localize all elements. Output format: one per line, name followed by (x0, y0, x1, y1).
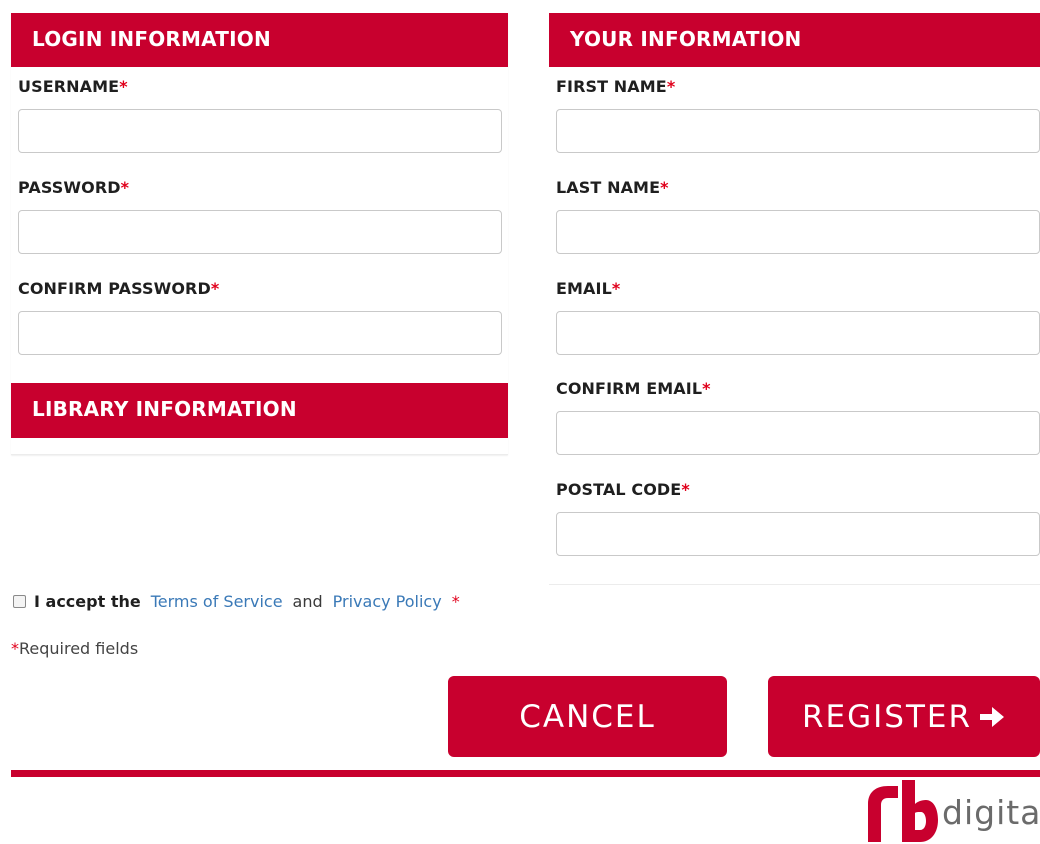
confirm-email-input[interactable] (556, 411, 1040, 455)
arrow-right-icon (980, 706, 1005, 727)
accept-terms-checkbox[interactable] (13, 594, 26, 608)
login-information-header: LOGIN INFORMATION (11, 13, 508, 67)
username-label: USERNAME* (18, 77, 128, 96)
required-mark: * (119, 77, 128, 96)
password-input[interactable] (18, 210, 502, 254)
username-input[interactable] (18, 109, 502, 153)
rbdigital-brand: digita (866, 778, 1040, 844)
library-information-header: LIBRARY INFORMATION (11, 383, 508, 438)
last-name-label: LAST NAME* (556, 178, 669, 197)
required-mark: * (210, 279, 220, 298)
terms-of-service-link[interactable]: Terms of Service (151, 592, 283, 611)
confirm-password-input[interactable] (18, 311, 502, 355)
required-mark: * (666, 77, 676, 96)
last-name-field-group: LAST NAME* (556, 177, 1040, 254)
privacy-policy-link[interactable]: Privacy Policy (333, 592, 442, 611)
confirm-email-label: CONFIRM EMAIL* (556, 379, 711, 398)
confirm-password-label: CONFIRM PASSWORD* (18, 279, 220, 298)
login-information-panel: LOGIN INFORMATION USERNAME* PASSWORD* CO… (11, 13, 508, 455)
confirm-password-field-group: CONFIRM PASSWORD* (18, 278, 502, 355)
required-mark: * (120, 178, 130, 197)
footer-divider (11, 770, 1040, 777)
register-button[interactable]: REGISTER (768, 676, 1040, 757)
password-field-group: PASSWORD* (18, 177, 502, 254)
required-mark: * (451, 591, 460, 611)
required-mark: * (681, 480, 690, 499)
register-button-label: REGISTER (801, 698, 973, 735)
your-information-header: YOUR INFORMATION (549, 13, 1040, 67)
brand-wordmark: digita (942, 793, 1040, 832)
email-input[interactable] (556, 311, 1040, 355)
first-name-field-group: FIRST NAME* (556, 76, 1040, 153)
username-field-group: USERNAME* (18, 76, 502, 153)
required-fields-text: Required fields (19, 639, 139, 658)
cancel-button-label: CANCEL (519, 698, 656, 735)
required-mark: * (611, 279, 621, 298)
your-information-panel: YOUR INFORMATION FIRST NAME* LAST NAME* … (549, 13, 1040, 585)
rb-logo-icon (868, 780, 938, 842)
last-name-input[interactable] (556, 210, 1040, 254)
postal-code-label: POSTAL CODE* (556, 480, 690, 499)
postal-code-input[interactable] (556, 512, 1040, 556)
accept-label: I accept the (34, 591, 141, 611)
required-mark: * (702, 379, 711, 398)
first-name-label: FIRST NAME* (556, 77, 676, 96)
required-mark: * (660, 178, 669, 197)
email-label: EMAIL* (556, 279, 621, 298)
required-mark: * (11, 639, 19, 658)
cancel-button[interactable]: CANCEL (448, 676, 727, 757)
postal-code-field-group: POSTAL CODE* (556, 479, 1040, 556)
first-name-input[interactable] (556, 109, 1040, 153)
email-field-group: EMAIL* (556, 278, 1040, 355)
required-fields-note: *Required fields (11, 637, 138, 661)
password-label: PASSWORD* (18, 178, 130, 197)
and-text: and (292, 591, 323, 611)
confirm-email-field-group: CONFIRM EMAIL* (556, 378, 1040, 455)
terms-acceptance-row: I accept the Terms of Service and Privac… (11, 588, 460, 614)
